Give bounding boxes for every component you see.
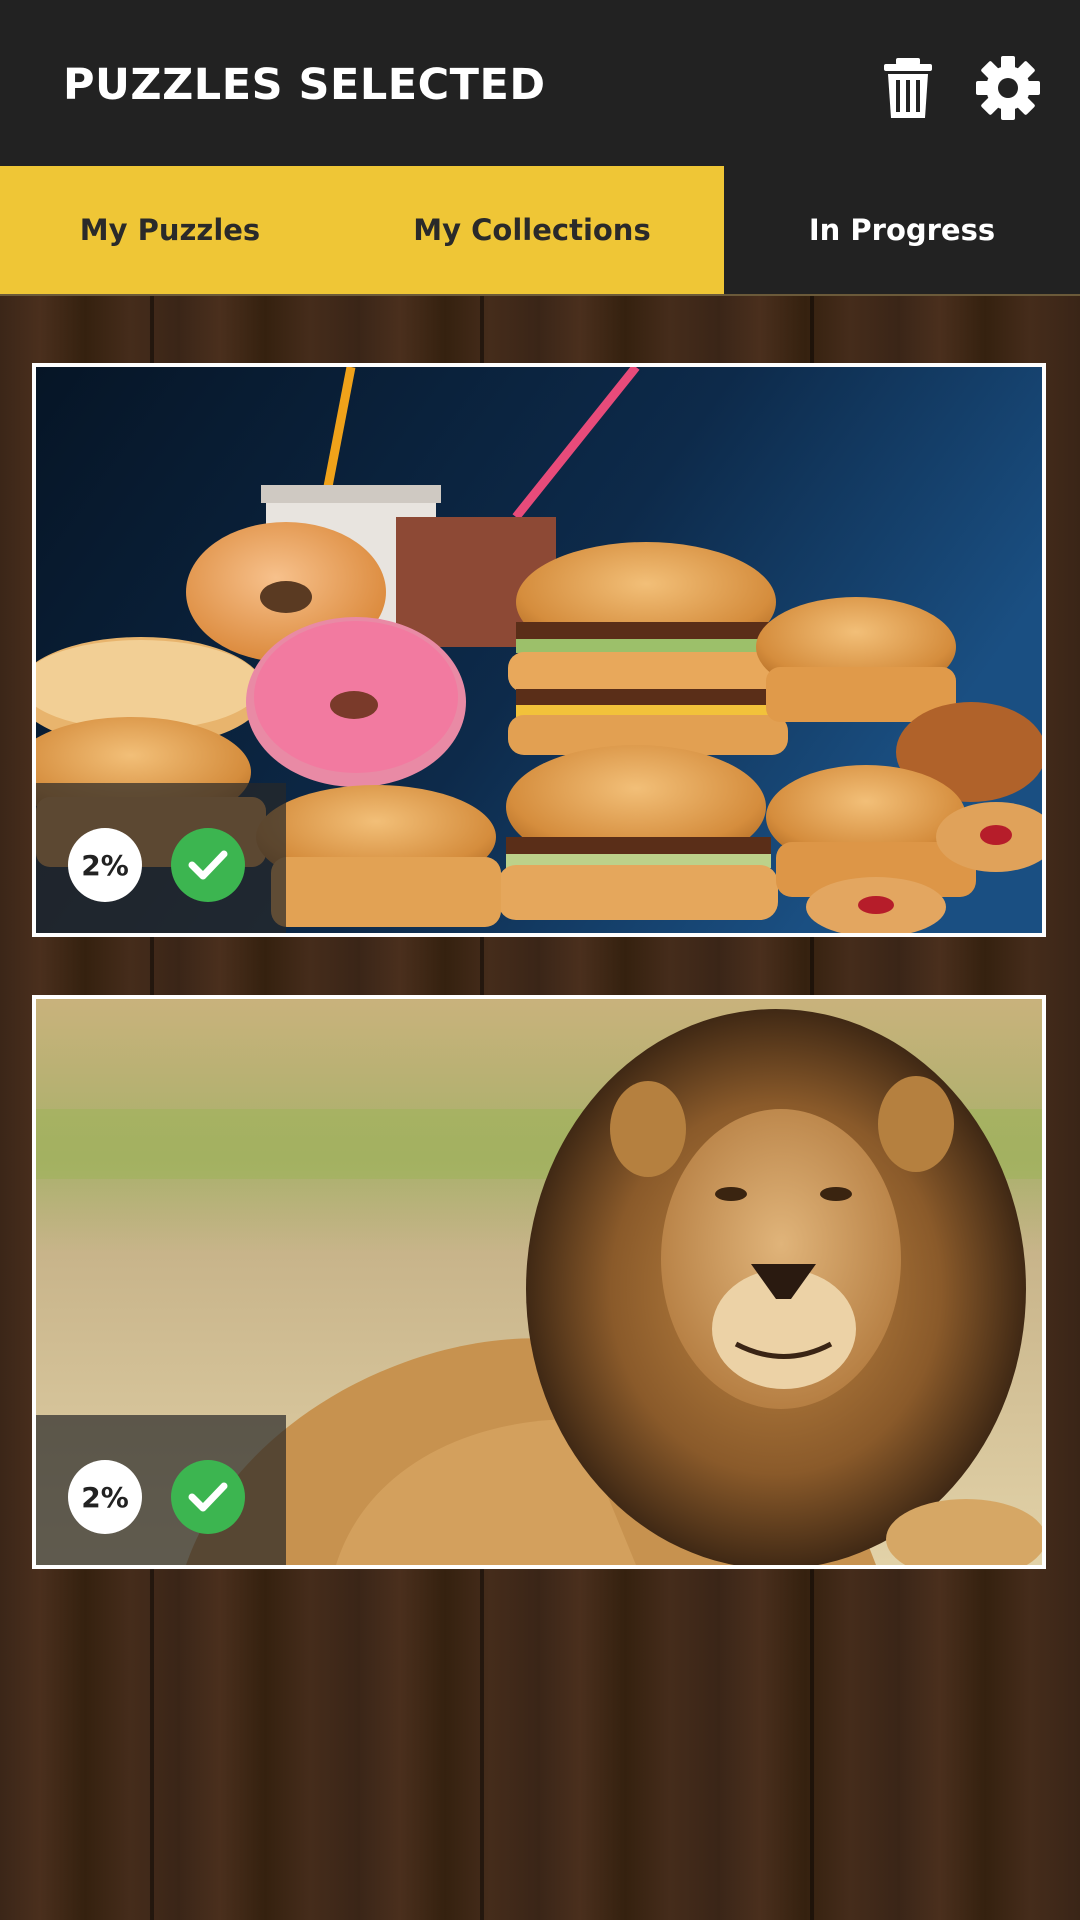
progress-badge: 2% bbox=[68, 1460, 142, 1534]
app-header: PUZZLES SELECTED bbox=[0, 0, 1080, 166]
page-title: PUZZLES SELECTED bbox=[63, 60, 546, 110]
tab-in-progress[interactable]: In Progress bbox=[724, 166, 1080, 294]
selected-check-icon[interactable] bbox=[171, 828, 245, 902]
delete-button[interactable] bbox=[870, 50, 946, 126]
checkmark-icon bbox=[188, 850, 228, 880]
checkmark-icon bbox=[188, 1482, 228, 1512]
settings-button[interactable] bbox=[970, 50, 1046, 126]
selected-check-icon[interactable] bbox=[171, 1460, 245, 1534]
tab-my-collections[interactable]: My Collections bbox=[340, 166, 724, 294]
tab-my-puzzles[interactable]: My Puzzles bbox=[0, 166, 340, 294]
card-status-overlay: 2% bbox=[36, 783, 286, 933]
card-status-overlay: 2% bbox=[36, 1415, 286, 1565]
puzzle-card[interactable]: 2% bbox=[32, 995, 1046, 1569]
trash-icon bbox=[884, 58, 932, 118]
gear-icon bbox=[976, 56, 1040, 120]
tab-bar: My Puzzles My Collections In Progress bbox=[0, 166, 1080, 294]
puzzle-card[interactable]: 2% bbox=[32, 363, 1046, 937]
progress-badge: 2% bbox=[68, 828, 142, 902]
divider bbox=[0, 294, 1080, 296]
